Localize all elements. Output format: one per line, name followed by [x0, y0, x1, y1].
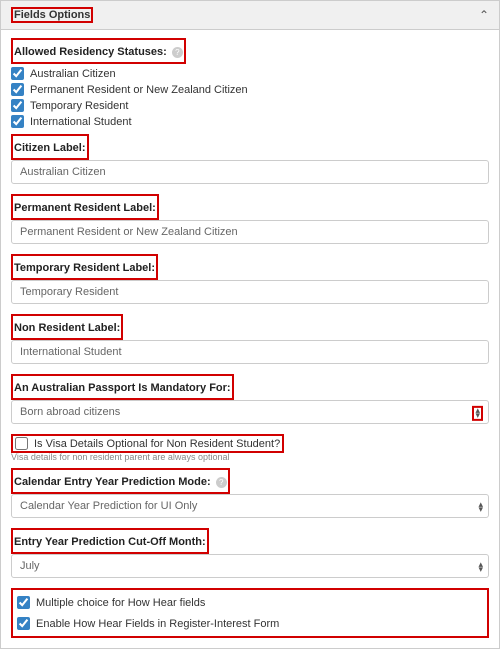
permanent-label-group: Permanent Resident Label: [11, 194, 489, 248]
cutoff-month-select[interactable] [11, 554, 489, 578]
nonresident-label-group: Non Resident Label: [11, 314, 489, 368]
howhear-group: Multiple choice for How Hear fields Enab… [11, 588, 489, 638]
panel-body: Allowed Residency Statuses: ? Australian… [1, 30, 499, 648]
howhear-enable-checkbox[interactable] [17, 617, 30, 630]
status-label-1: Permanent Resident or New Zealand Citize… [30, 84, 248, 96]
panel-header[interactable]: Fields Options ⌃ [1, 1, 499, 30]
permanent-label-input[interactable] [11, 220, 489, 244]
allowed-statuses-group: Allowed Residency Statuses: ? Australian… [11, 38, 489, 128]
howhear-multiple-checkbox[interactable] [17, 596, 30, 609]
status-row-1: Permanent Resident or New Zealand Citize… [11, 83, 489, 96]
status-row-2: Temporary Resident [11, 99, 489, 112]
citizen-label-title: Citizen Label: [14, 142, 86, 154]
status-label-2: Temporary Resident [30, 100, 128, 112]
temporary-label-title: Temporary Resident Label: [14, 262, 155, 274]
help-icon[interactable]: ? [172, 47, 183, 58]
status-row-0: Australian Citizen [11, 67, 489, 80]
status-checkbox-3[interactable] [11, 115, 24, 128]
howhear-enable-row: Enable How Hear Fields in Register-Inter… [17, 617, 483, 630]
citizen-label-group: Citizen Label: [11, 134, 489, 188]
nonresident-label-input[interactable] [11, 340, 489, 364]
nonresident-label-title: Non Resident Label: [14, 322, 120, 334]
status-checkbox-0[interactable] [11, 67, 24, 80]
cutoff-month-title: Entry Year Prediction Cut-Off Month: [14, 536, 206, 548]
howhear-multiple-row: Multiple choice for How Hear fields [17, 596, 483, 609]
calendar-mode-select[interactable] [11, 494, 489, 518]
panel-title: Fields Options [14, 9, 90, 21]
howhear-enable-label: Enable How Hear Fields in Register-Inter… [36, 618, 279, 630]
visa-optional-label: Is Visa Details Optional for Non Residen… [34, 438, 280, 450]
status-label-3: International Student [30, 116, 132, 128]
howhear-multiple-label: Multiple choice for How Hear fields [36, 597, 205, 609]
cutoff-month-group: Entry Year Prediction Cut-Off Month: ▴▾ [11, 528, 489, 582]
visa-optional-group: Is Visa Details Optional for Non Residen… [11, 434, 489, 462]
collapse-icon[interactable]: ⌃ [479, 8, 489, 22]
passport-mandatory-title: An Australian Passport Is Mandatory For: [14, 382, 231, 394]
fields-options-panel: Fields Options ⌃ Allowed Residency Statu… [0, 0, 500, 649]
visa-optional-checkbox[interactable] [15, 437, 28, 450]
status-checkbox-2[interactable] [11, 99, 24, 112]
status-row-3: International Student [11, 115, 489, 128]
passport-mandatory-group: An Australian Passport Is Mandatory For:… [11, 374, 489, 428]
calendar-mode-title: Calendar Entry Year Prediction Mode: [14, 476, 211, 488]
allowed-statuses-label: Allowed Residency Statuses: [14, 46, 167, 58]
temporary-label-group: Temporary Resident Label: [11, 254, 489, 308]
help-icon[interactable]: ? [216, 477, 227, 488]
visa-optional-hint: Visa details for non resident parent are… [11, 452, 489, 462]
status-checkbox-1[interactable] [11, 83, 24, 96]
calendar-mode-group: Calendar Entry Year Prediction Mode: ? ▴… [11, 468, 489, 522]
status-label-0: Australian Citizen [30, 68, 116, 80]
citizen-label-input[interactable] [11, 160, 489, 184]
permanent-label-title: Permanent Resident Label: [14, 202, 156, 214]
passport-mandatory-select[interactable] [11, 400, 489, 424]
temporary-label-input[interactable] [11, 280, 489, 304]
